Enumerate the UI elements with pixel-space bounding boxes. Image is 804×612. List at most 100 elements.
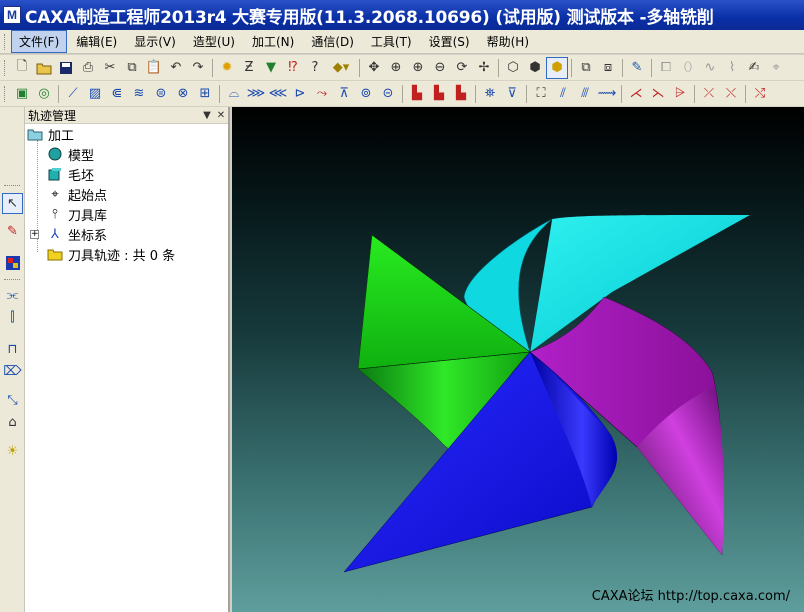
save-icon[interactable] <box>55 57 77 79</box>
path-b-icon[interactable]: ⋋ <box>647 83 669 105</box>
path-c-icon[interactable]: ⩥ <box>669 83 691 105</box>
surface-j-icon[interactable]: ⌓ <box>223 83 245 105</box>
tree-item-tool-library[interactable]: ⫯ 刀具库 <box>47 204 107 224</box>
surface-c-icon[interactable]: ⟋ <box>62 83 84 105</box>
face-f-icon[interactable]: ⌖ <box>765 57 787 79</box>
surface-t-icon[interactable]: ▙ <box>450 83 472 105</box>
surface-h-icon[interactable]: ⊗ <box>172 83 194 105</box>
zoom-in-icon[interactable]: ⊕ <box>407 57 429 79</box>
menu-file[interactable]: 文件(F) <box>11 30 68 53</box>
path-d-icon[interactable]: ⤫ <box>698 83 720 105</box>
menu-settings[interactable]: 设置(S) <box>421 30 478 53</box>
paste-icon[interactable]: 📋 <box>143 57 165 79</box>
help-icon[interactable]: ? <box>304 57 326 79</box>
surface-u-icon[interactable]: ⛯ <box>479 83 501 105</box>
face-d-icon[interactable]: ⌇ <box>721 57 743 79</box>
surface-e-icon[interactable]: ⋐ <box>106 83 128 105</box>
rotate-icon[interactable]: ⟳ <box>451 57 473 79</box>
menu-communication[interactable]: 通信(D) <box>303 30 362 53</box>
panel-dropdown-icon[interactable]: ▼ <box>200 110 214 121</box>
machine-icon[interactable]: ⌂ <box>2 412 23 433</box>
surface-x-icon[interactable]: ⫽ <box>552 83 574 105</box>
path-f-icon[interactable]: ⤭ <box>749 83 771 105</box>
zoom-window-icon[interactable]: ⊕ <box>385 57 407 79</box>
face-e-icon[interactable]: ✍ <box>743 57 765 79</box>
window-title: CAXA制造工程师2013r4 大赛专用版(11.3.2068.10696) (… <box>25 7 714 28</box>
shaded-icon[interactable]: ⬢ <box>546 56 568 79</box>
undo-icon[interactable]: ↶ <box>165 57 187 79</box>
tree-item-machining[interactable]: 加工 <box>27 124 74 144</box>
surface-i-icon[interactable]: ⊞ <box>194 83 216 105</box>
surface-y-icon[interactable]: ⫻ <box>574 83 596 105</box>
menu-view[interactable]: 显示(V) <box>126 30 184 53</box>
face-c-icon[interactable]: ∿ <box>699 57 721 79</box>
standard-toolbar: 🗋 ⎙ ✂ ⧉ 📋 ↶ ↷ ✹ Ƶ ▼ ⁉ ? ◆▾ ✥ ⊕ ⊕ ⊖ ⟳ ✢ ⬡… <box>0 55 804 81</box>
surface-o-icon[interactable]: ⊼ <box>333 83 355 105</box>
copy-icon[interactable]: ⧉ <box>121 57 143 79</box>
measure-icon[interactable]: ⊓ <box>2 339 23 360</box>
print-icon[interactable]: ⎙ <box>77 57 99 79</box>
surface-w-icon[interactable]: ⛶ <box>530 83 552 105</box>
cut-icon[interactable]: ✂ <box>99 57 121 79</box>
menu-edit[interactable]: 编辑(E) <box>68 30 125 53</box>
surface-r-icon[interactable]: ▙ <box>406 83 428 105</box>
view-a-icon[interactable]: ⧉ <box>575 57 597 79</box>
view-b-icon[interactable]: ⧈ <box>597 57 619 79</box>
surface-z-icon[interactable]: ⟿ <box>596 83 618 105</box>
mirror-icon[interactable]: ⫿ <box>2 307 23 328</box>
face-b-icon[interactable]: ⬯ <box>677 57 699 79</box>
hidden-line-icon[interactable]: ⬢ <box>524 57 546 79</box>
surface-n-icon[interactable]: ⤳ <box>311 83 333 105</box>
tree-item-blank[interactable]: 毛坯 <box>47 164 94 184</box>
select-arrow-icon[interactable]: ↖ <box>2 193 23 214</box>
surface-l-icon[interactable]: ⋘ <box>267 83 289 105</box>
tree-item-coordinate-system[interactable]: ⅄ 坐标系 <box>47 224 107 244</box>
surface-v-icon[interactable]: ⊽ <box>501 83 523 105</box>
menu-machining[interactable]: 加工(N) <box>244 30 302 53</box>
scale-icon[interactable]: ⤡ <box>2 390 23 411</box>
surface-p-icon[interactable]: ⊚ <box>355 83 377 105</box>
path-a-icon[interactable]: ⋌ <box>625 83 647 105</box>
surface-d-icon[interactable]: ▨ <box>84 83 106 105</box>
tree-item-label: 毛坯 <box>68 168 95 184</box>
light-bulb-icon[interactable]: ☀ <box>2 441 23 462</box>
redo-icon[interactable]: ↷ <box>187 57 209 79</box>
tree-item-toolpaths[interactable]: 刀具轨迹 : 共 0 条 <box>47 244 175 264</box>
3d-viewport[interactable]: CAXA论坛 http://top.caxa.com/ <box>232 107 804 612</box>
surface-g-icon[interactable]: ⊜ <box>150 83 172 105</box>
pencil-icon[interactable]: ✎ <box>2 221 23 242</box>
color-grid-icon[interactable] <box>2 252 23 273</box>
surface-s-icon[interactable]: ▙ <box>428 83 450 105</box>
wireframe-icon[interactable]: ⬡ <box>502 57 524 79</box>
surface-m-icon[interactable]: ⊳ <box>289 83 311 105</box>
layer-dropdown-icon[interactable]: ◆▾ <box>326 57 356 79</box>
menu-tools[interactable]: 工具(T) <box>363 30 420 53</box>
open-folder-icon[interactable] <box>33 57 55 79</box>
surface-k-icon[interactable]: ⋙ <box>245 83 267 105</box>
new-file-icon[interactable]: 🗋 <box>11 57 33 79</box>
trim-icon[interactable]: ⫘ <box>2 285 23 306</box>
light-icon[interactable]: ✹ <box>216 57 238 79</box>
surface-a-icon[interactable]: ▣ <box>11 83 33 105</box>
tree-item-model[interactable]: 模型 <box>47 144 94 164</box>
edit-icon[interactable]: ⁉ <box>282 57 304 79</box>
tool-icon[interactable]: ✎ <box>626 57 648 79</box>
surface-b-icon[interactable]: ◎ <box>33 83 55 105</box>
zoom-out-icon[interactable]: ⊖ <box>429 57 451 79</box>
menu-bar: 文件(F) 编辑(E) 显示(V) 造型(U) 加工(N) 通信(D) 工具(T… <box>0 30 804 54</box>
filter-icon[interactable]: ▼ <box>260 57 282 79</box>
close-icon[interactable]: ✕ <box>214 110 228 121</box>
expand-toggle[interactable]: + <box>30 230 39 239</box>
menu-help[interactable]: 帮助(H) <box>479 30 537 53</box>
move-icon[interactable]: ✢ <box>473 57 495 79</box>
fillet-icon[interactable]: ⌦ <box>2 361 23 382</box>
surface-f-icon[interactable]: ≋ <box>128 83 150 105</box>
path-e-icon[interactable]: ⤬ <box>720 83 742 105</box>
separator <box>745 84 746 103</box>
face-a-icon[interactable]: ⧠ <box>655 57 677 79</box>
surface-q-icon[interactable]: ⊝ <box>377 83 399 105</box>
pan-icon[interactable]: ✥ <box>363 57 385 79</box>
tree-item-start-point[interactable]: ⌖ 起始点 <box>47 184 107 204</box>
menu-modeling[interactable]: 造型(U) <box>185 30 243 53</box>
curve-tool-icon[interactable]: Ƶ <box>238 57 260 79</box>
